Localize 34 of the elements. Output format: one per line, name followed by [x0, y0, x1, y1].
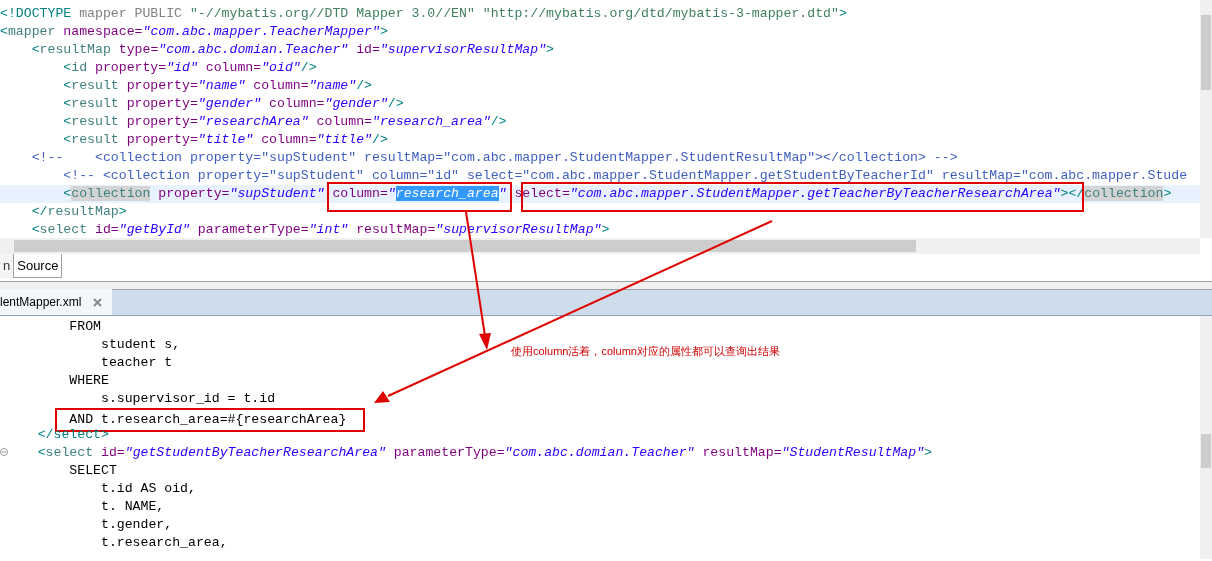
- fold-icon[interactable]: [0, 448, 8, 456]
- code-line: <result property="name" column="name"/>: [63, 78, 372, 93]
- code-line: SELECT: [69, 463, 117, 478]
- code-line: WHERE: [69, 373, 109, 388]
- horizontal-scrollbar[interactable]: [0, 238, 1200, 254]
- code-line: <!DOCTYPE mapper PUBLIC "-//mybatis.org//DTD Mapper 3.0//EN" "http://mybatis.org/dtd/mybatis-3-mapper.dtd">: [0, 6, 847, 21]
- code-line: <select id="getStudentByTeacherResearchArea" parameterType="com.abc.domian.Teacher" resultMap="StudentResultMap">: [37, 445, 932, 460]
- view-tab[interactable]: Source: [13, 254, 63, 278]
- code-line: t.gender,: [100, 517, 173, 532]
- code-line: AND t.research_area=#{researchArea}: [69, 412, 347, 427]
- view-tab[interactable]: n: [0, 254, 14, 278]
- tab-title: lentMapper.xml: [0, 294, 82, 311]
- code-line: student s,: [100, 337, 181, 352]
- code-line: <result property="gender" column="gender"/>: [63, 96, 404, 111]
- scrollbar[interactable]: [1200, 316, 1212, 559]
- code-line: <!-- <collection property="supStudent" column="id" select="com.abc.mapper.StudentMapper.getStudentByTeacherId" resultMap="com.abc.mapper.Stude: [63, 168, 1188, 183]
- code-line: <result property="researchArea" column="research_area"/>: [63, 114, 507, 129]
- code-line: t.id AS oid,: [100, 481, 196, 496]
- code-line: t.research_area,: [100, 535, 228, 550]
- splitter[interactable]: [0, 282, 1212, 290]
- code-line: <resultMap type="com.abc.domian.Teacher" id="supervisorResultMap">: [31, 42, 554, 57]
- editor-tab[interactable]: lentMapper.xml: [0, 289, 113, 315]
- code-line: FROM: [69, 319, 101, 334]
- code-line: <result property="title" column="title"/>: [63, 132, 388, 147]
- code-line: </resultMap>: [31, 204, 127, 219]
- annotation-text: 使用column活着，column对应的属性都可以查询出结果: [511, 344, 780, 359]
- code-line: <mapper namespace="com.abc.mapper.TeacherMapper">: [0, 24, 388, 39]
- code-line: teacher t: [100, 355, 173, 370]
- close-icon[interactable]: [93, 297, 103, 307]
- scrollbar[interactable]: [1200, 0, 1212, 238]
- code-line: <!-- <collection property="supStudent" resultMap="com.abc.mapper.StudentMapper.StudentResultMap"></collection> -->: [31, 150, 958, 165]
- code-line: <id property="id" column="oid"/>: [63, 60, 317, 75]
- code-line: s.supervisor_id = t.id: [100, 391, 276, 406]
- code-line: t. NAME,: [100, 499, 165, 514]
